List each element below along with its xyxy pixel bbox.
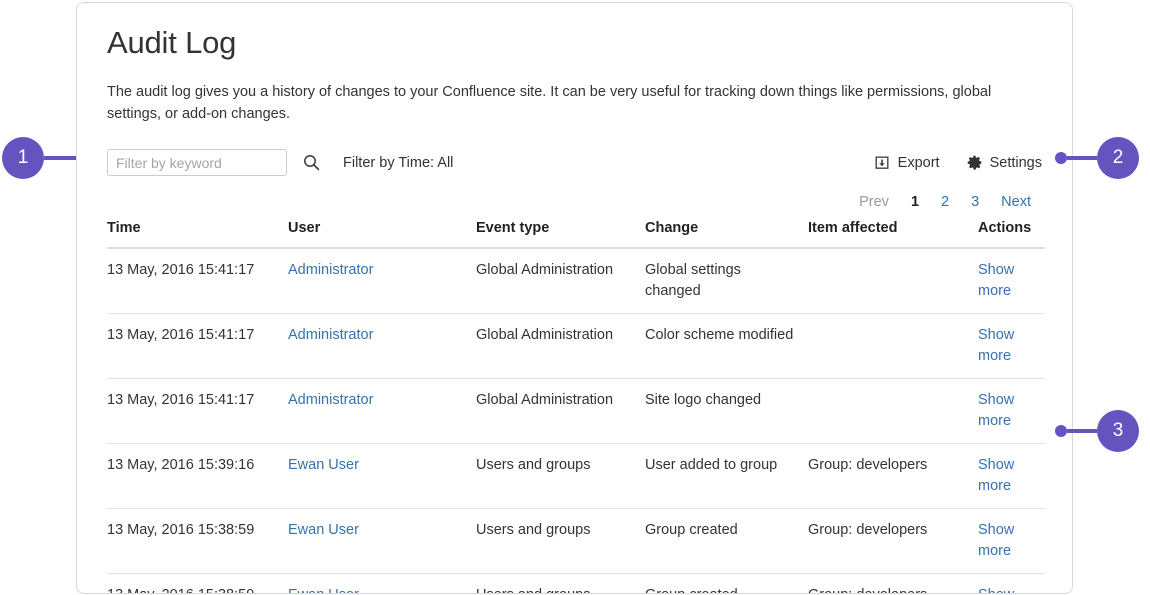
callout-endpoint-2: [1055, 152, 1067, 164]
pagination-prev[interactable]: Prev: [848, 194, 900, 210]
cell-change: Color scheme modified: [645, 313, 808, 378]
audit-log-table: Time User Event type Change Item affecte…: [107, 220, 1045, 594]
table-row: 13 May, 2016 15:38:59Ewan User Users and …: [107, 573, 1045, 594]
table-row: 13 May, 2016 15:41:17Administrator Global…: [107, 248, 1045, 314]
callout-marker-2: 2: [1055, 137, 1139, 179]
cell-user[interactable]: Administrator: [288, 248, 476, 314]
column-header-change: Change: [645, 220, 808, 248]
export-label: Export: [898, 155, 940, 171]
cell-action[interactable]: Show more: [978, 443, 1045, 508]
pagination-page-1[interactable]: 1: [900, 194, 930, 210]
cell-action[interactable]: Show more: [978, 508, 1045, 573]
cell-action-link[interactable]: Show more: [978, 457, 1014, 494]
cell-time: 13 May, 2016 15:39:16: [107, 443, 288, 508]
pagination-page-3[interactable]: 3: [960, 194, 990, 210]
table-row: 13 May, 2016 15:41:17Administrator Global…: [107, 378, 1045, 443]
table-row: 13 May, 2016 15:41:17Administrator Global…: [107, 313, 1045, 378]
cell-item-affected: [808, 313, 978, 378]
callout-number-2: 2: [1097, 137, 1139, 179]
cell-item-affected: [808, 378, 978, 443]
cell-event-type: Users and groups: [476, 443, 645, 508]
cell-user-link[interactable]: Administrator: [288, 327, 373, 343]
table-row: 13 May, 2016 15:39:16Ewan User Users and …: [107, 443, 1045, 508]
search-icon[interactable]: [301, 153, 321, 173]
column-header-actions: Actions: [978, 220, 1045, 248]
callout-line-3: [1067, 429, 1097, 433]
column-header-item-affected: Item affected: [808, 220, 978, 248]
cell-user-link[interactable]: Ewan User: [288, 522, 359, 538]
cell-action[interactable]: Show more: [978, 573, 1045, 594]
column-header-time: Time: [107, 220, 288, 248]
pagination: Prev 1 2 3 Next: [107, 194, 1042, 210]
page-title: Audit Log: [107, 25, 1042, 61]
table-head: Time User Event type Change Item affecte…: [107, 220, 1045, 248]
cell-time: 13 May, 2016 15:41:17: [107, 313, 288, 378]
cell-user[interactable]: Ewan User: [288, 508, 476, 573]
cell-action-link[interactable]: Show more: [978, 262, 1014, 299]
cell-user[interactable]: Administrator: [288, 378, 476, 443]
cell-action[interactable]: Show more: [978, 248, 1045, 314]
filter-by-time-dropdown[interactable]: Filter by Time: All: [343, 155, 453, 171]
cell-action-link[interactable]: Show more: [978, 587, 1014, 594]
table-row: 13 May, 2016 15:38:59Ewan User Users and …: [107, 508, 1045, 573]
cell-item-affected: Group: developers: [808, 443, 978, 508]
callout-number-3: 3: [1097, 410, 1139, 452]
page-description: The audit log gives you a history of cha…: [107, 81, 1042, 126]
table-body: 13 May, 2016 15:41:17AdministratorGlobal…: [107, 248, 1045, 594]
settings-button[interactable]: Settings: [966, 154, 1042, 171]
cell-time: 13 May, 2016 15:38:59: [107, 508, 288, 573]
cell-item-affected: Group: developers: [808, 573, 978, 594]
cell-time: 13 May, 2016 15:41:17: [107, 378, 288, 443]
cell-change: Global settings changed: [645, 248, 808, 314]
cell-user-link[interactable]: Administrator: [288, 392, 373, 408]
cell-user-link[interactable]: Administrator: [288, 262, 373, 278]
cell-event-type: Users and groups: [476, 508, 645, 573]
cell-time: 13 May, 2016 15:38:59: [107, 573, 288, 594]
export-button[interactable]: Export: [874, 154, 940, 171]
gear-icon: [966, 154, 983, 171]
cell-event-type: Global Administration: [476, 378, 645, 443]
cell-user[interactable]: Ewan User: [288, 573, 476, 594]
cell-action[interactable]: Show more: [978, 313, 1045, 378]
audit-log-card: Audit Log The audit log gives you a hist…: [76, 2, 1073, 594]
search-input[interactable]: [107, 149, 287, 176]
callout-marker-3: 3: [1055, 410, 1139, 452]
column-header-user: User: [288, 220, 476, 248]
callout-line-2: [1067, 156, 1097, 160]
pagination-page-2[interactable]: 2: [930, 194, 960, 210]
cell-user-link[interactable]: Ewan User: [288, 587, 359, 594]
cell-time: 13 May, 2016 15:41:17: [107, 248, 288, 314]
cell-change: Site logo changed: [645, 378, 808, 443]
cell-item-affected: Group: developers: [808, 508, 978, 573]
cell-event-type: Global Administration: [476, 248, 645, 314]
settings-label: Settings: [990, 155, 1042, 171]
export-download-icon: [874, 154, 891, 171]
cell-user-link[interactable]: Ewan User: [288, 457, 359, 473]
table-header-row: Time User Event type Change Item affecte…: [107, 220, 1045, 248]
pagination-next[interactable]: Next: [990, 194, 1042, 210]
filter-bar: Filter by Time: All Export: [107, 148, 1042, 178]
cell-action[interactable]: Show more: [978, 378, 1045, 443]
cell-action-link[interactable]: Show more: [978, 522, 1014, 559]
cell-change: User added to group: [645, 443, 808, 508]
cell-item-affected: [808, 248, 978, 314]
cell-event-type: Global Administration: [476, 313, 645, 378]
cell-user[interactable]: Administrator: [288, 313, 476, 378]
column-header-event-type: Event type: [476, 220, 645, 248]
cell-event-type: Users and groups: [476, 573, 645, 594]
cell-action-link[interactable]: Show more: [978, 392, 1014, 429]
cell-action-link[interactable]: Show more: [978, 327, 1014, 364]
cell-change: Group created: [645, 508, 808, 573]
cell-change: Group created: [645, 573, 808, 594]
callout-endpoint-3: [1055, 425, 1067, 437]
cell-user[interactable]: Ewan User: [288, 443, 476, 508]
callout-number-1: 1: [2, 137, 44, 179]
